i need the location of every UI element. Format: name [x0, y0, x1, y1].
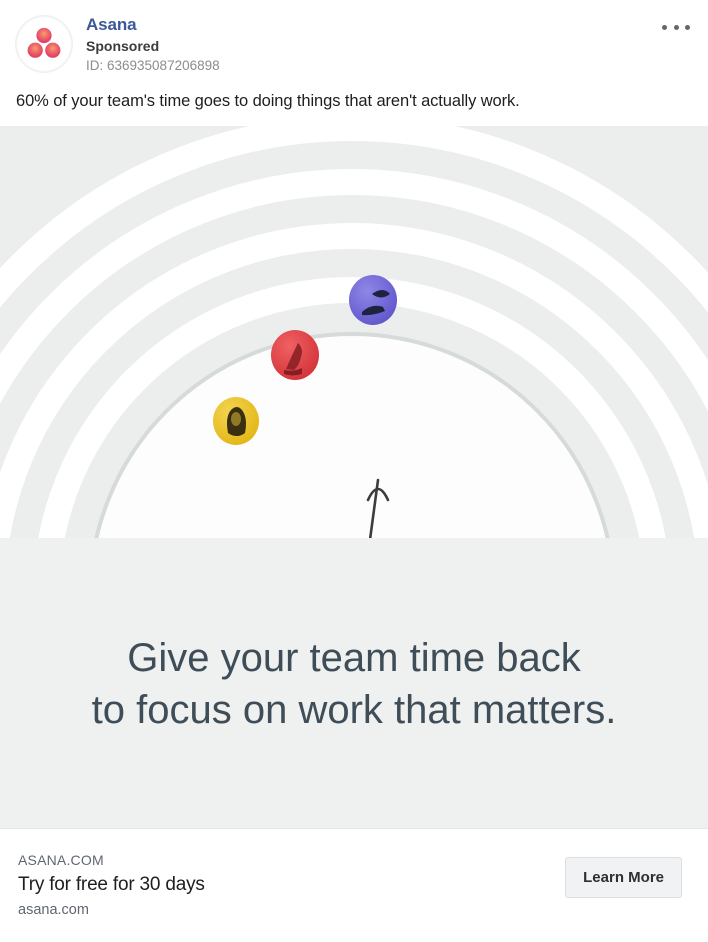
red-team-avatar [271, 330, 319, 380]
learn-more-button[interactable]: Learn More [565, 857, 682, 898]
sponsored-label[interactable]: Sponsored [86, 37, 220, 55]
purple-team-avatar [349, 275, 397, 325]
footer-domain-link[interactable]: asana.com [18, 901, 205, 920]
creative-bottom-background [0, 538, 708, 828]
footer-text-block: ASANA.COM Try for free for 30 days asana… [18, 851, 205, 920]
dot-1 [662, 24, 667, 30]
ad-header: Asana Sponsored ID: 636935087206898 [0, 0, 708, 88]
ad-id-label: ID: 636935087206898 [86, 58, 220, 73]
creative-headline-line-2: to focus on work that matters. [92, 688, 617, 732]
footer-headline[interactable]: Try for free for 30 days [18, 872, 205, 897]
dot-2 [673, 24, 679, 30]
footer-domain-caps: ASANA.COM [18, 852, 104, 868]
ad-creative-image[interactable]: Give your team time back to focus on wor… [0, 126, 708, 828]
header-text-block: Asana Sponsored ID: 636935087206898 [86, 14, 220, 74]
page-name[interactable]: Asana [86, 15, 220, 35]
post-text: 60% of your team's time goes to doing th… [0, 88, 708, 126]
sponsored-ad-card: Asana Sponsored ID: 636935087206898 60% … [0, 0, 708, 942]
dot-3 [685, 24, 690, 30]
creative-headline-line-1: Give your team time back [127, 636, 581, 680]
ad-footer: ASANA.COM Try for free for 30 days asana… [0, 828, 708, 942]
avatar[interactable] [16, 16, 72, 72]
asana-logo-icon [16, 16, 72, 72]
clock-illustration: Give your team time back to focus on wor… [0, 126, 708, 828]
ellipsis-horizontal-icon[interactable] [662, 18, 690, 36]
yellow-team-avatar [213, 397, 259, 445]
